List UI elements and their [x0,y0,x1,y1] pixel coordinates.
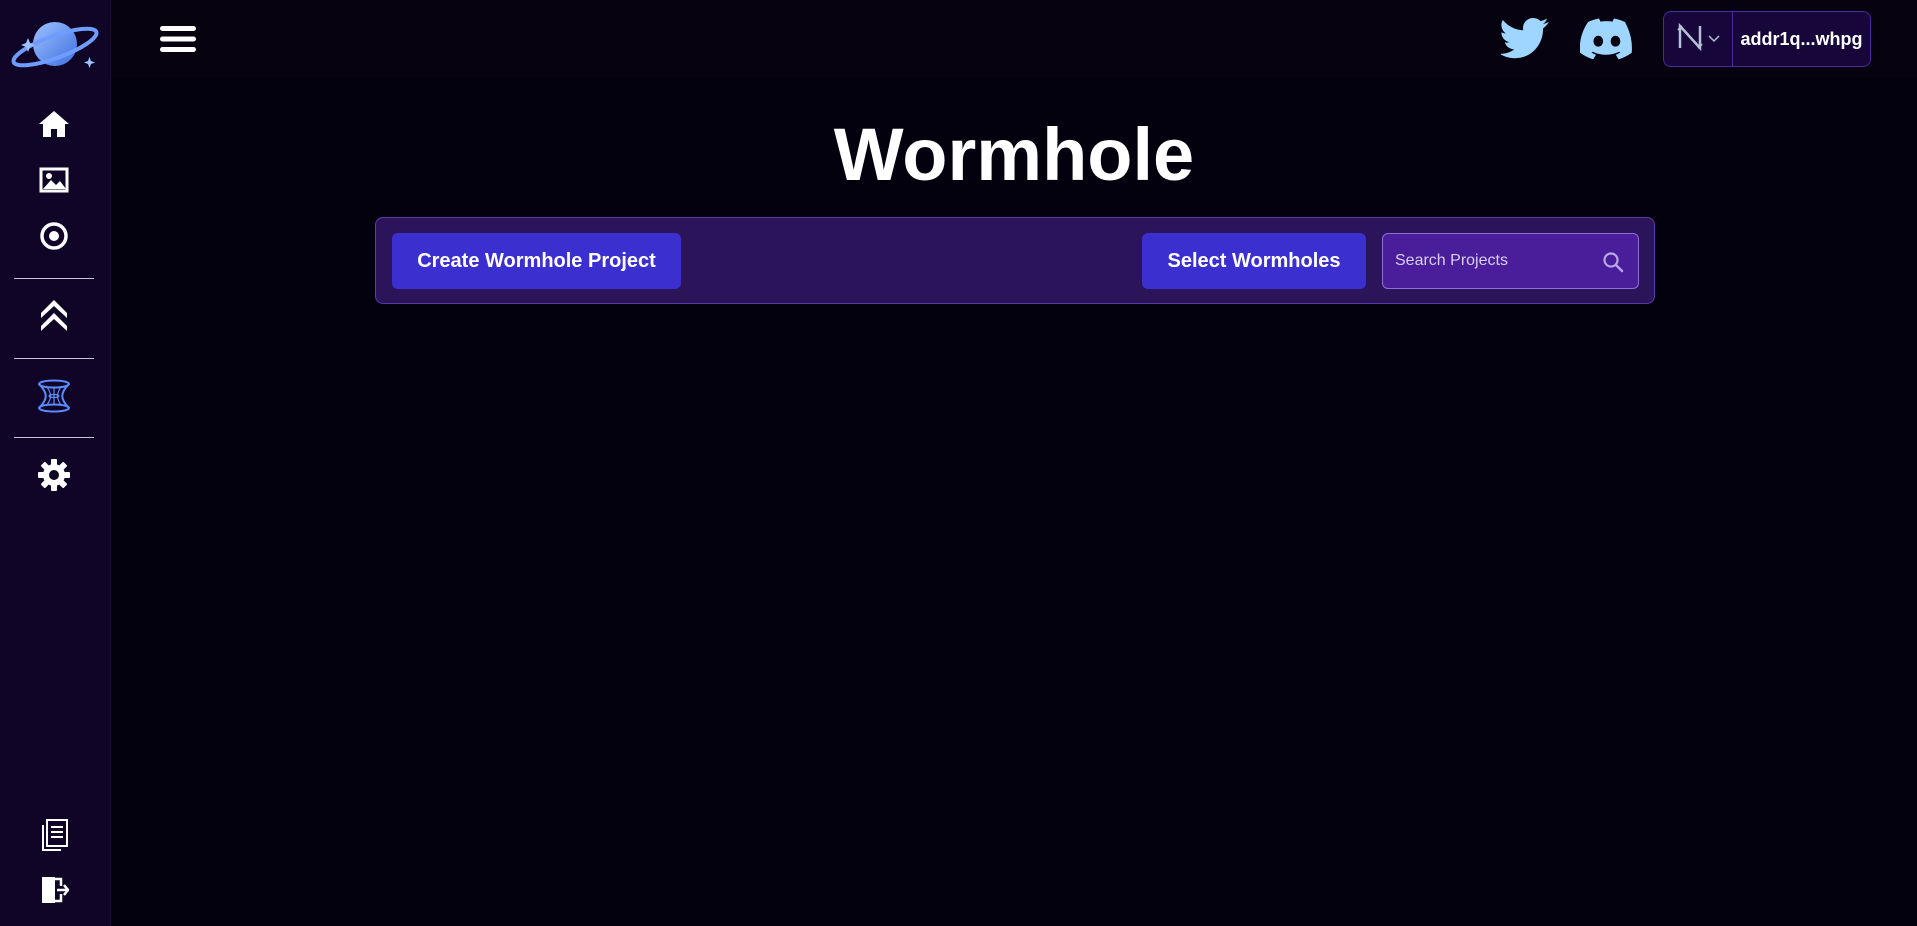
sidebar-item-wormhole[interactable] [35,379,73,417]
hamburger-menu-button[interactable] [158,22,198,56]
image-icon [39,166,69,199]
compass-icon [39,221,69,256]
wormhole-icon [36,379,72,418]
sidebar-item-docs[interactable] [35,818,73,856]
hamburger-icon [158,26,198,60]
create-wormhole-project-button[interactable]: Create Wormhole Project [392,233,681,289]
search-icon[interactable] [1602,251,1624,273]
sidebar-item-home[interactable] [35,107,73,145]
sidebar-divider [14,358,94,359]
sidebar-item-settings[interactable] [35,458,73,496]
search-input[interactable] [1383,234,1593,288]
sidebar-item-gallery[interactable] [35,163,73,201]
documents-icon [39,818,69,857]
page-title: Wormhole [833,113,1195,196]
chevrons-up-icon [39,298,69,337]
select-wormholes-button[interactable]: Select Wormholes [1142,233,1366,289]
planet-logo-icon[interactable] [8,13,102,75]
top-bar [111,0,1917,78]
sidebar [0,0,111,926]
sidebar-divider [14,278,94,279]
twitter-link[interactable] [1499,16,1551,60]
sidebar-item-upgrade[interactable] [35,298,73,336]
discord-link[interactable] [1579,18,1632,60]
gear-icon [37,458,71,497]
wallet-address: addr1q...whpg [1740,28,1863,49]
project-toolbar: Create Wormhole Project Select Wormholes [375,217,1655,304]
chevron-down-icon [1708,30,1720,48]
logout-icon [39,874,70,911]
sidebar-item-logout[interactable] [35,873,73,911]
sidebar-item-explore[interactable] [35,219,73,257]
search-box [1382,233,1639,289]
discord-icon [1579,18,1632,64]
nami-wallet-icon [1676,22,1704,57]
wallet-provider-selector[interactable] [1664,12,1733,66]
home-icon [37,109,71,144]
sidebar-divider [14,437,94,438]
twitter-icon [1499,18,1551,64]
wallet-button[interactable]: addr1q...whpg [1663,11,1871,67]
